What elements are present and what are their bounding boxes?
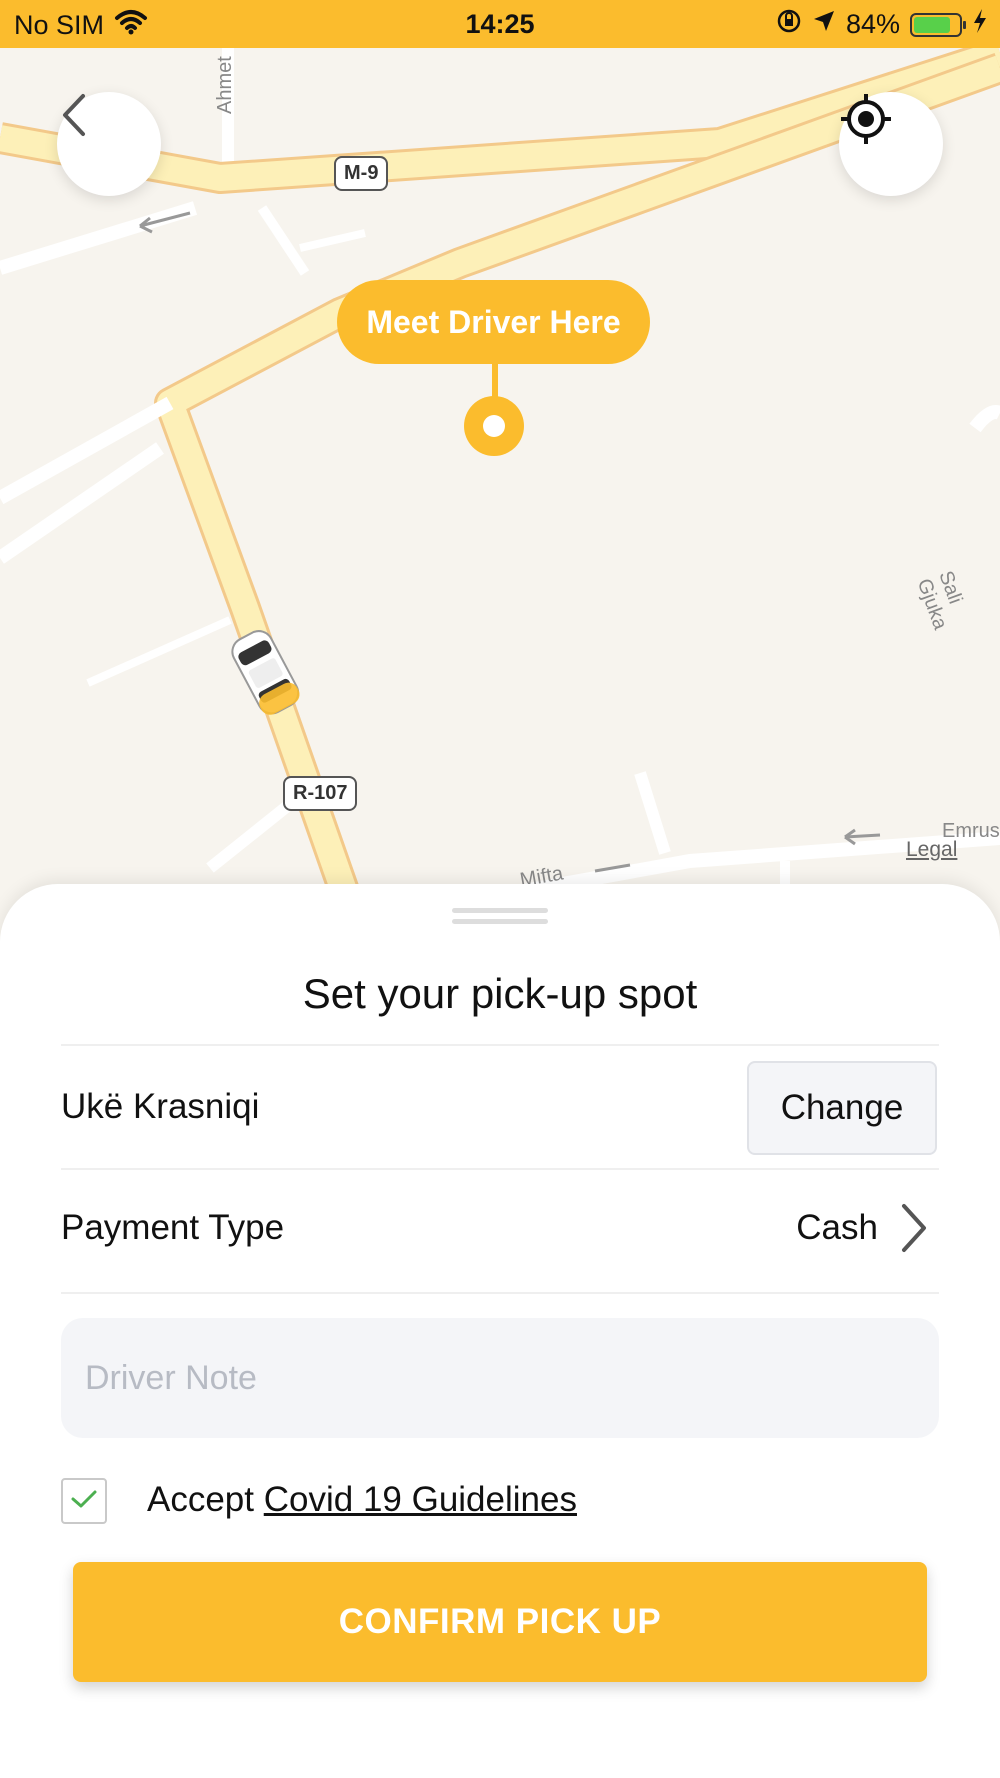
divider (61, 1044, 939, 1046)
change-address-button[interactable]: Change (747, 1061, 937, 1155)
divider (61, 1168, 939, 1170)
street-label: Ahmet (214, 56, 236, 114)
payment-type-label: Payment Type (61, 1208, 285, 1247)
legal-link[interactable]: Legal (906, 838, 957, 862)
road-badge-r107: R-107 (283, 776, 358, 811)
charging-icon (972, 8, 988, 41)
chevron-right-icon (898, 1202, 930, 1259)
confirm-pickup-button[interactable]: CONFIRM PICK UP (73, 1562, 927, 1682)
my-location-button[interactable] (839, 92, 943, 196)
status-bar: No SIM 14:25 84% (0, 0, 1000, 48)
back-button[interactable] (57, 92, 161, 196)
sheet-title: Set your pick-up spot (302, 970, 698, 1017)
pickup-sheet: Set your pick-up spot Ukë Krasniqi Chang… (0, 884, 1000, 1778)
battery-icon (910, 12, 966, 37)
pickup-address: Ukë Krasniqi (61, 1087, 260, 1126)
battery-percent: 84% (845, 9, 900, 39)
sheet-grabber[interactable] (452, 908, 548, 926)
meet-driver-bubble[interactable]: Meet Driver Here (337, 280, 650, 364)
accept-guidelines-text: Accept Covid 19 Guidelines (147, 1480, 577, 1520)
accept-prefix: Accept (147, 1480, 254, 1519)
driver-note-input[interactable] (61, 1318, 939, 1438)
payment-type-value: Cash (796, 1208, 878, 1247)
location-arrow-icon (812, 9, 836, 40)
divider (61, 1292, 939, 1294)
checkmark-icon (70, 1488, 98, 1515)
pin-stem (492, 362, 498, 398)
orientation-lock-icon (776, 8, 802, 41)
road-badge-m9: M-9 (334, 156, 389, 191)
pickup-pin-icon (464, 396, 524, 456)
map-view[interactable]: Ahmet Sali Gjuka Emrus Mifta M-9 R-107 M… (0, 48, 1000, 908)
covid-guidelines-checkbox[interactable] (61, 1478, 107, 1524)
covid-guidelines-link[interactable]: Covid 19 Guidelines (264, 1480, 577, 1519)
